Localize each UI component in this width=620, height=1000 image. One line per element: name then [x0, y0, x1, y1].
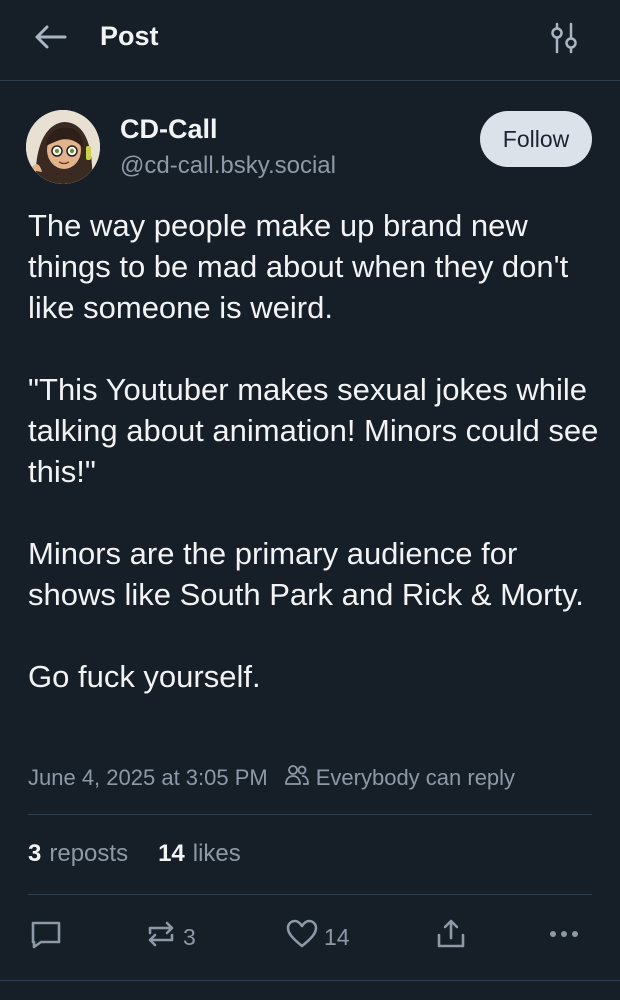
repost-icon [143, 916, 179, 958]
comment-icon [28, 916, 64, 958]
like-button[interactable]: 14 [284, 917, 350, 957]
post-paragraph: Go fuck yourself. [28, 659, 261, 694]
more-options-button[interactable] [548, 917, 580, 957]
like-count: 14 [324, 923, 350, 950]
post-actions: 3 14 [0, 905, 620, 971]
back-button[interactable] [30, 22, 70, 56]
likes-count: 14 [158, 840, 185, 867]
people-icon [284, 764, 316, 792]
post-body: The way people make up brand new things … [28, 205, 608, 697]
likes-stat[interactable]: 14 likes [158, 840, 241, 868]
page-title: Post [100, 21, 159, 51]
post-paragraph: The way people make up brand new things … [28, 208, 569, 325]
heart-icon [284, 916, 320, 958]
divider [28, 814, 592, 815]
header-bar: Post [0, 0, 620, 81]
sliders-icon [549, 22, 579, 59]
avatar[interactable] [26, 110, 100, 184]
author-handle[interactable]: @cd-call.bsky.social [120, 152, 336, 180]
post-meta: June 4, 2025 at 3:05 PM Everybody can re… [28, 764, 608, 792]
divider [28, 894, 592, 895]
reposts-label: reposts [49, 840, 129, 867]
engagement-stats: 3 reposts 14 likes [28, 840, 271, 868]
post-paragraph: Minors are the primary audience for show… [28, 536, 584, 612]
share-button[interactable] [433, 917, 469, 957]
follow-button[interactable]: Follow [480, 111, 592, 167]
filter-button[interactable] [544, 22, 584, 58]
reply-setting[interactable]: Everybody can reply [284, 764, 515, 792]
reply-setting-label: Everybody can reply [315, 765, 516, 790]
more-icon [548, 916, 580, 958]
post-timestamp[interactable]: June 4, 2025 at 3:05 PM [28, 765, 268, 791]
repost-count: 3 [183, 923, 196, 950]
repost-button[interactable]: 3 [143, 917, 196, 957]
arrow-left-icon [33, 24, 67, 55]
reply-button[interactable] [28, 917, 64, 957]
divider [0, 980, 620, 981]
reposts-count: 3 [28, 840, 42, 867]
share-icon [433, 916, 469, 958]
reposts-stat[interactable]: 3 reposts [28, 840, 128, 868]
author-display-name[interactable]: CD-Call [120, 114, 218, 145]
post-paragraph: "This Youtuber makes sexual jokes while … [28, 372, 599, 489]
likes-label: likes [192, 840, 241, 867]
